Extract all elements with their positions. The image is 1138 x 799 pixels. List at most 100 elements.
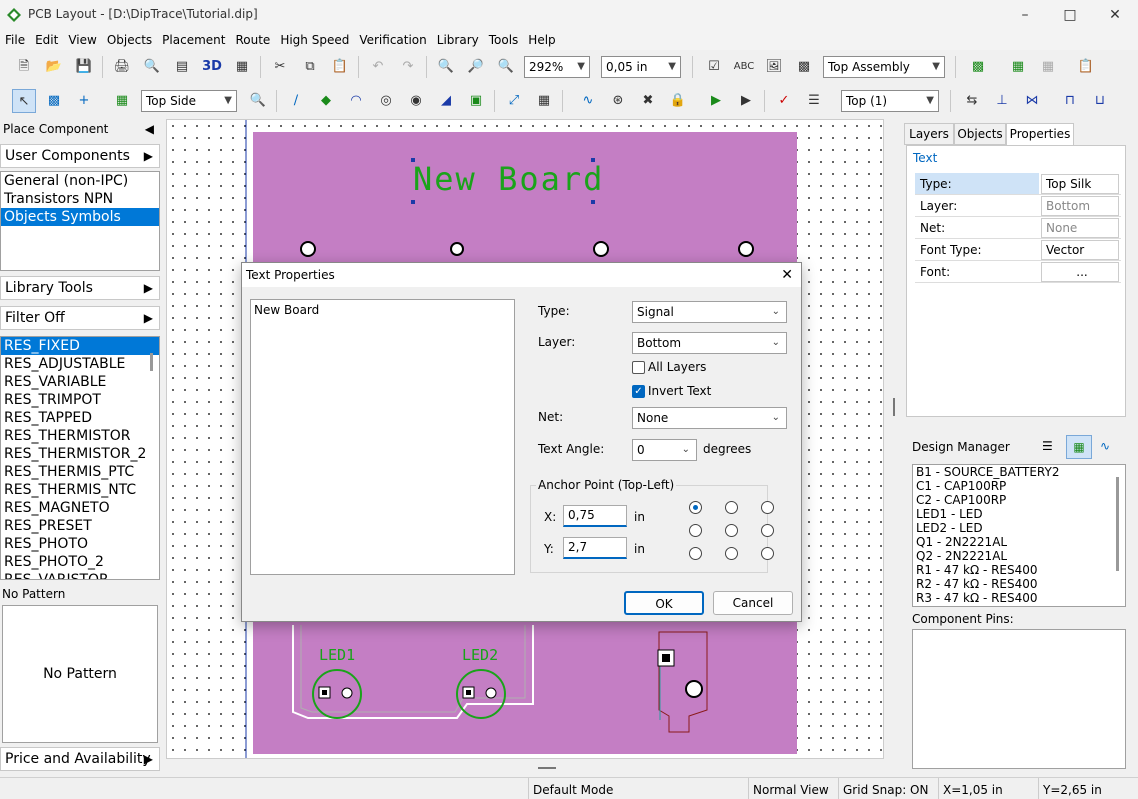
- anchor-top-center-radio[interactable]: [725, 501, 738, 514]
- prop-net-row[interactable]: Net: None: [915, 217, 1121, 239]
- list-item[interactable]: R2 - 47 kΩ - RES400: [913, 577, 1125, 591]
- table-icon[interactable]: ▦: [532, 89, 556, 113]
- list-item[interactable]: RES_THERMISTOR: [1, 427, 159, 445]
- scrollbar-thumb[interactable]: [150, 353, 153, 371]
- list-item[interactable]: LED1 - LED: [913, 507, 1125, 521]
- net-combo[interactable]: None ⌄: [632, 407, 787, 429]
- run-step-icon[interactable]: ▶: [734, 89, 758, 113]
- spell-check-icon[interactable]: ABC: [732, 55, 756, 79]
- list-item[interactable]: RES_PHOTO: [1, 535, 159, 553]
- check-icon[interactable]: ☑: [702, 55, 726, 79]
- component-pins-list[interactable]: [912, 629, 1126, 769]
- lock-icon[interactable]: 🔒: [666, 89, 690, 113]
- 3d-view-icon[interactable]: 3D: [200, 55, 224, 79]
- close-icon[interactable]: ✕: [781, 263, 793, 287]
- redo-icon[interactable]: ↷: [396, 55, 420, 79]
- signal-icon[interactable]: ⊓: [1058, 89, 1082, 113]
- splitter-handle-vertical[interactable]: [893, 398, 895, 416]
- list-item[interactable]: R1 - 47 kΩ - RES400: [913, 563, 1125, 577]
- new-file-icon[interactable]: 🗎: [12, 55, 36, 79]
- list-item[interactable]: Q1 - 2N2221AL: [913, 535, 1125, 549]
- list-item[interactable]: RES_THERMIS_PTC: [1, 463, 159, 481]
- route-manual-icon[interactable]: ∿: [576, 89, 600, 113]
- list-item[interactable]: Objects Symbols: [1, 208, 159, 226]
- list-item[interactable]: RES_FIXED: [1, 337, 159, 355]
- zoom-in-icon[interactable]: 🔍: [434, 55, 458, 79]
- design-manager-list[interactable]: B1 - SOURCE_BATTERY2 C1 - CAP100RP C2 - …: [912, 464, 1126, 607]
- dm-list-icon[interactable]: ☰: [1042, 439, 1053, 453]
- list-item[interactable]: RES_TRIMPOT: [1, 391, 159, 409]
- pan-icon[interactable]: ▩: [42, 89, 66, 113]
- open-folder-icon[interactable]: 📂: [42, 55, 66, 79]
- image-icon[interactable]: 🖼: [762, 55, 786, 79]
- find-icon[interactable]: 🔍: [246, 89, 270, 113]
- drc-icon[interactable]: ✓: [772, 89, 796, 113]
- menu-view[interactable]: View: [63, 30, 101, 50]
- view-mode-combo[interactable]: Top Assembly ▼: [823, 56, 945, 78]
- cross-icon[interactable]: +: [72, 89, 96, 113]
- text-angle-combo[interactable]: 0 ⌄: [632, 439, 697, 461]
- list-item[interactable]: RES_ADJUSTABLE: [1, 355, 159, 373]
- layer-setup-icon[interactable]: ▩: [966, 55, 990, 79]
- list-item[interactable]: RES_THERMIS_NTC: [1, 481, 159, 499]
- prop-value[interactable]: Top Silk: [1041, 174, 1119, 194]
- menu-library[interactable]: Library: [432, 30, 484, 50]
- trace-icon[interactable]: ∕: [284, 89, 308, 113]
- prop-value[interactable]: Vector: [1041, 240, 1119, 260]
- mirror-icon[interactable]: ⋈: [1020, 89, 1044, 113]
- tab-objects[interactable]: Objects: [954, 123, 1006, 145]
- pointer-icon[interactable]: ↖: [12, 89, 36, 113]
- prop-type-row[interactable]: Type: Top Silk: [915, 173, 1121, 195]
- list-item[interactable]: RES_MAGNETO: [1, 499, 159, 517]
- led2-label[interactable]: LED2: [462, 646, 498, 664]
- print-preview-icon[interactable]: 🔍: [140, 55, 164, 79]
- qr-code-icon[interactable]: ▩: [792, 55, 816, 79]
- text-content-area[interactable]: New Board: [250, 299, 515, 575]
- list-item[interactable]: RES_PRESET: [1, 517, 159, 535]
- list-item[interactable]: C2 - CAP100RP: [913, 493, 1125, 507]
- anchor-top-left-radio[interactable]: [689, 501, 702, 514]
- arc-icon[interactable]: ◠: [344, 89, 368, 113]
- save-icon[interactable]: 💾: [72, 55, 96, 79]
- drc-list-icon[interactable]: ☰: [802, 89, 826, 113]
- layer-combo[interactable]: Bottom ⌄: [632, 332, 787, 354]
- maximize-button[interactable]: □: [1055, 4, 1085, 26]
- component-icon[interactable]: ▦: [110, 89, 134, 113]
- menu-verification[interactable]: Verification: [354, 30, 431, 50]
- prop-value[interactable]: None: [1041, 218, 1119, 238]
- menu-objects[interactable]: Objects: [102, 30, 157, 50]
- price-availability-button[interactable]: Price and Availability ▶: [0, 747, 160, 771]
- autoroute-icon[interactable]: ▦: [1006, 55, 1030, 79]
- anchor-top-right-radio[interactable]: [761, 501, 774, 514]
- list-item[interactable]: B1 - SOURCE_BATTERY2: [913, 465, 1125, 479]
- splitter-handle[interactable]: [538, 767, 556, 769]
- invert-text-checkbox[interactable]: ✓: [632, 385, 645, 398]
- document-icon[interactable]: ▤: [170, 55, 194, 79]
- copper-pour-icon[interactable]: ◢: [434, 89, 458, 113]
- list-item[interactable]: Q2 - 2N2221AL: [913, 549, 1125, 563]
- anchor-middle-left-radio[interactable]: [689, 524, 702, 537]
- prop-layer-row[interactable]: Layer: Bottom: [915, 195, 1121, 217]
- cross-probe-icon[interactable]: ✖: [636, 89, 660, 113]
- cut-icon[interactable]: ✂: [268, 55, 292, 79]
- list-item[interactable]: RES_VARISTOR: [1, 571, 159, 579]
- route-tree-icon[interactable]: ⊛: [606, 89, 630, 113]
- dm-nets-icon[interactable]: ∿: [1100, 439, 1110, 453]
- anchor-bottom-right-radio[interactable]: [761, 547, 774, 560]
- menu-placement[interactable]: Placement: [157, 30, 230, 50]
- menu-file[interactable]: File: [0, 30, 30, 50]
- tab-layers[interactable]: Layers: [904, 123, 954, 145]
- list-item[interactable]: RES_THERMISTOR_2: [1, 445, 159, 463]
- tab-properties[interactable]: Properties: [1006, 123, 1074, 145]
- anchor-bottom-center-radio[interactable]: [725, 547, 738, 560]
- library-list[interactable]: General (non-IPC) Transistors NPN Object…: [0, 171, 160, 271]
- menu-high-speed[interactable]: High Speed: [275, 30, 354, 50]
- font-browse-button[interactable]: ...: [1041, 262, 1119, 282]
- list-item[interactable]: General (non-IPC): [1, 172, 159, 190]
- library-tools-button[interactable]: Library Tools ▶: [0, 276, 160, 300]
- panelize-icon[interactable]: ▦: [230, 55, 254, 79]
- list-item[interactable]: RES_TAPPED: [1, 409, 159, 427]
- zoom-fit-icon[interactable]: 🔍: [494, 55, 518, 79]
- type-combo[interactable]: Signal ⌄: [632, 301, 787, 323]
- print-icon[interactable]: 🖨: [110, 55, 134, 79]
